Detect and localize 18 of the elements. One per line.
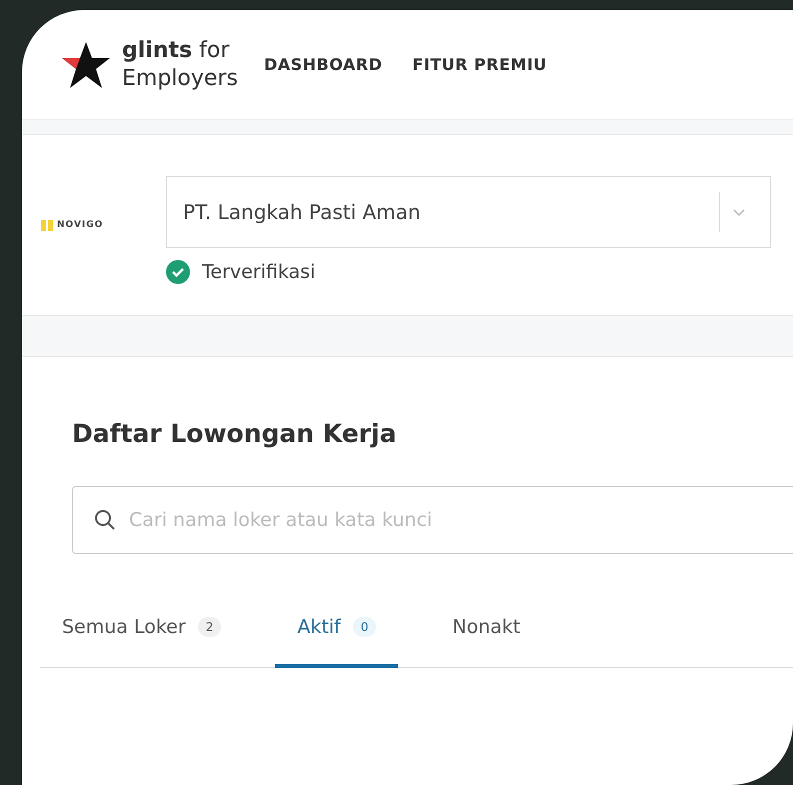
filter-tab[interactable]: Aktif 0 [275,616,398,668]
star-logo-icon [60,40,112,90]
verified-label: Terverifikasi [202,261,316,283]
nav-link[interactable]: DASHBOARD [264,55,382,74]
section-title: Daftar Lowongan Kerja [72,419,398,448]
search-field[interactable]: Cari nama loker atau kata kunci [72,486,793,554]
nav-link[interactable]: FITUR PREMIU [412,55,547,74]
chevron-down-icon [732,207,746,217]
filter-tab[interactable]: Semua Loker 2 [40,616,244,668]
count-badge: 2 [198,617,222,637]
company-select[interactable]: PT. Langkah Pasti Aman [166,176,771,248]
company-logo-text: NOVIGO [57,220,104,230]
brand-subtitle: Employers [122,64,238,92]
brand-name: glints for [122,36,230,64]
count-badge: 0 [352,617,376,637]
company-logo-icon [40,218,54,232]
search-icon [94,509,116,531]
filter-tab[interactable]: Nonakt [430,616,542,668]
